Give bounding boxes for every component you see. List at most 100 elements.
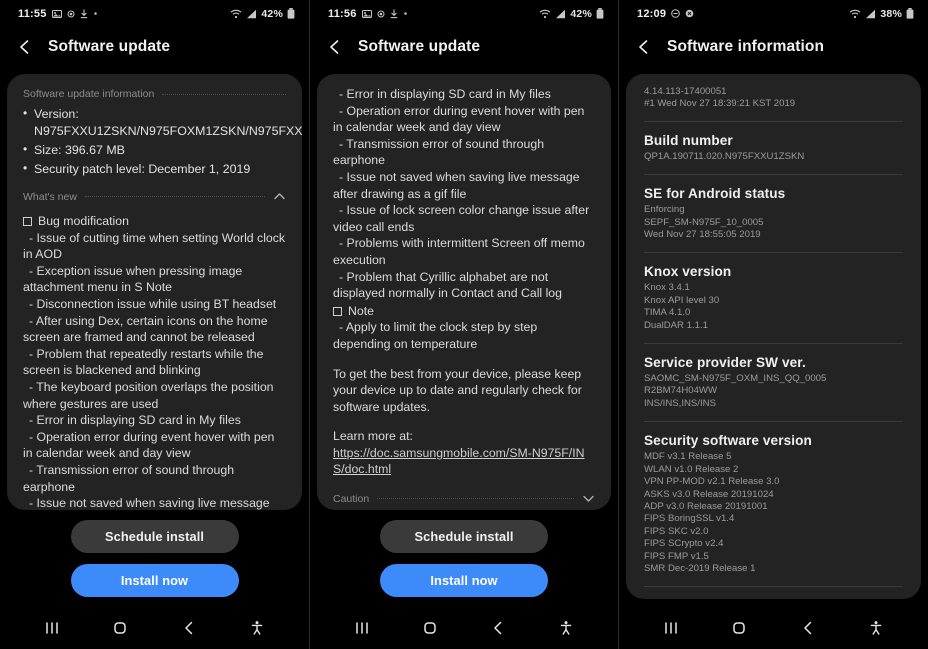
status-time: 12:09 xyxy=(637,7,667,20)
list-item: Size: 396.67 MB xyxy=(23,141,286,159)
update-info-bullets: Version: N975FXXU1ZSKN/N975FOXM1ZSKN/N97… xyxy=(23,105,302,178)
page-title: Software update xyxy=(48,38,171,55)
battery-percent: 38% xyxy=(880,7,902,20)
back-button[interactable] xyxy=(326,38,344,56)
list-item: - Issue of cutting time when setting Wor… xyxy=(23,230,286,262)
card-scroll-area[interactable]: Software update information Version: N97… xyxy=(0,67,309,510)
install-now-button[interactable]: Install now xyxy=(70,563,239,597)
accessibility-icon[interactable] xyxy=(242,613,272,643)
row-title: Build number xyxy=(644,132,733,148)
back-button[interactable] xyxy=(635,38,653,56)
list-item: - Disconnection issue while using BT hea… xyxy=(29,296,277,311)
row-value: FIPS BoringSSL v1.4 xyxy=(644,513,735,525)
signal-icon xyxy=(246,9,257,19)
home-icon[interactable] xyxy=(415,613,445,643)
caution-header[interactable]: Caution xyxy=(333,490,595,510)
info-row-knox-version[interactable]: Knox version Knox 3.4.1 Knox API level 3… xyxy=(626,253,921,343)
info-row-service-provider-sw-ver[interactable]: Service provider SW ver. SAOMC_SM-N975F_… xyxy=(626,344,921,421)
list-item: - Issue not saved when saving live messa… xyxy=(333,169,580,201)
software-update-information-header: Software update information xyxy=(23,86,286,106)
phone-screen-software-update-1: 11:55 42% Software update Software updat… xyxy=(0,0,309,649)
back-icon[interactable] xyxy=(174,613,204,643)
list-item: - Issue not saved when saving live messa… xyxy=(29,496,270,510)
wifi-icon xyxy=(539,9,551,19)
dotted-rule xyxy=(377,498,574,500)
status-bar-left: 11:55 xyxy=(18,8,98,20)
title-bar: Software information xyxy=(619,27,928,67)
accessibility-icon[interactable] xyxy=(551,613,581,643)
checkbox-outline-icon xyxy=(333,306,342,316)
navigation-bar xyxy=(619,606,928,649)
whats-new-head-label: Bug modification xyxy=(38,214,129,228)
back-icon[interactable] xyxy=(483,613,513,643)
kernel-line: 4.14.113-17400051 xyxy=(644,86,727,97)
card-scroll-area[interactable]: 4.14.113-17400051 #1 Wed Nov 27 18:39:21… xyxy=(619,67,928,606)
battery-percent: 42% xyxy=(570,7,592,20)
recents-icon[interactable] xyxy=(656,613,686,643)
update-info-card: - Error in displaying SD card in My file… xyxy=(317,74,611,510)
battery-icon xyxy=(287,8,295,19)
do-not-disturb-icon xyxy=(671,9,680,18)
row-value: ASKS v3.0 Release 20191024 xyxy=(644,488,774,500)
wifi-icon xyxy=(230,9,242,19)
list-item: - Operation error during event hover wit… xyxy=(23,429,275,461)
row-value: DualDAR 1.1.1 xyxy=(644,319,708,331)
navigation-bar xyxy=(310,606,618,649)
back-icon[interactable] xyxy=(793,613,823,643)
home-icon[interactable] xyxy=(105,613,135,643)
info-row-se-for-android-status[interactable]: SE for Android status Enforcing SEPF_SM-… xyxy=(626,175,921,252)
row-value: Knox 3.4.1 xyxy=(644,282,690,294)
list-item: - The keyboard position overlaps the pos… xyxy=(23,379,274,411)
back-button[interactable] xyxy=(16,38,34,56)
whats-new-body: Bug modification - Issue of cutting time… xyxy=(23,213,286,510)
list-item: - Problem that Cyrillic alphabet are not… xyxy=(333,269,562,301)
recents-icon[interactable] xyxy=(37,613,67,643)
status-bar-right: 38% xyxy=(849,8,914,20)
list-item: - Issue of lock screen color change issu… xyxy=(333,203,590,234)
whats-new-subheading: Bug modification xyxy=(23,213,286,230)
action-buttons: Schedule install Install now xyxy=(0,510,309,606)
row-value: TIMA 4.1.0 xyxy=(644,307,691,319)
status-bar: 11:55 42% xyxy=(0,0,309,27)
status-time: 11:56 xyxy=(328,7,357,20)
list-item: Security patch level: December 1, 2019 xyxy=(23,160,286,178)
chevron-up-icon[interactable] xyxy=(273,190,286,203)
info-row-build-number[interactable]: Build number QP1A.190711.020.N975FXXU1ZS… xyxy=(626,122,921,174)
home-icon[interactable] xyxy=(724,613,754,643)
software-information-card: 4.14.113-17400051 #1 Wed Nov 27 18:39:21… xyxy=(626,74,921,599)
note-subheading: Note xyxy=(333,303,595,320)
status-bar: 12:09 38% xyxy=(619,0,928,27)
learn-more-link[interactable]: https://doc.samsungmobile.com/SM-N975F/I… xyxy=(333,445,595,478)
image-icon xyxy=(361,9,372,19)
schedule-install-button[interactable]: Schedule install xyxy=(70,519,239,553)
battery-percent: 42% xyxy=(261,7,283,20)
learn-more-label: Learn more at: xyxy=(333,429,413,444)
recents-icon[interactable] xyxy=(347,613,377,643)
info-row-android-security-patch-level[interactable]: Android security patch level December 1,… xyxy=(626,587,921,599)
list-item: - Problems with intermittent Screen off … xyxy=(333,236,585,267)
row-value: Knox API level 30 xyxy=(644,294,720,306)
install-now-button[interactable]: Install now xyxy=(380,563,548,597)
download-icon xyxy=(80,9,88,19)
signal-icon xyxy=(555,9,566,19)
whats-new-header[interactable]: What's new xyxy=(23,188,286,209)
row-value: R2BM74H04WW xyxy=(644,385,718,397)
battery-icon xyxy=(906,8,914,19)
chevron-down-icon[interactable] xyxy=(582,492,595,505)
whats-new-body: - Error in displaying SD card in My file… xyxy=(333,86,595,478)
section-label: What's new xyxy=(23,190,77,203)
list-item: - After using Dex, certain icons on the … xyxy=(23,313,268,345)
schedule-install-button[interactable]: Schedule install xyxy=(380,519,548,553)
navigation-bar xyxy=(0,606,309,649)
title-bar: Software update xyxy=(310,27,618,67)
dot-icon xyxy=(93,11,98,16)
info-row-security-software-version[interactable]: Security software version MDF v3.1 Relea… xyxy=(626,422,921,586)
page-title: Software update xyxy=(358,38,481,55)
card-scroll-area[interactable]: - Error in displaying SD card in My file… xyxy=(310,67,618,510)
accessibility-icon[interactable] xyxy=(861,613,891,643)
note-head-label: Note xyxy=(348,303,374,318)
row-value: Enforcing xyxy=(644,204,685,216)
status-bar: 11:56 42% xyxy=(310,0,618,27)
list-item: - Error in displaying SD card in My file… xyxy=(339,87,551,101)
kernel-line: #1 Wed Nov 27 18:39:21 KST 2019 xyxy=(644,98,796,110)
